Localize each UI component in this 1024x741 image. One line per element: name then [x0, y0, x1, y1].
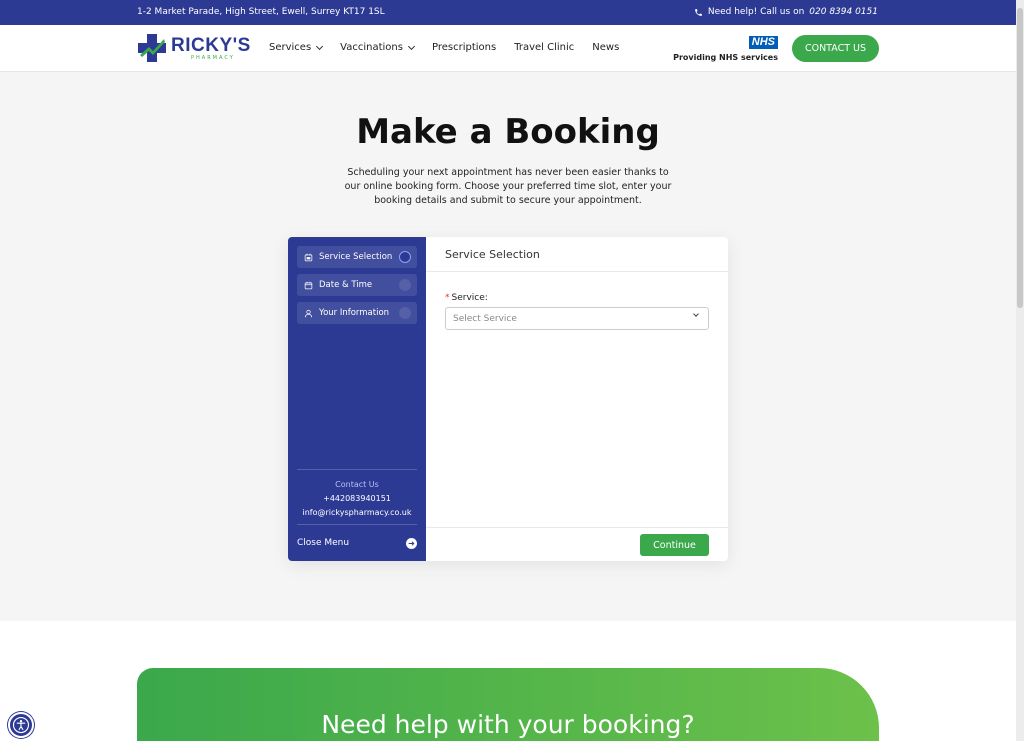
pharmacy-cross-icon	[138, 34, 166, 62]
help-banner: Need help with your booking?	[137, 668, 879, 741]
nav-travel-clinic[interactable]: Travel Clinic	[514, 42, 574, 53]
store-address: 1-2 Market Parade, High Street, Ewell, S…	[137, 7, 385, 17]
site-header: RICKY'S PHARMACY Services Vaccinations P…	[0, 25, 1016, 72]
arrow-right-icon: ➜	[406, 537, 417, 549]
booking-sidebar: Service Selection Date & Time Your Infor…	[288, 237, 426, 561]
step-date-time[interactable]: Date & Time	[297, 274, 417, 296]
chevron-down-icon	[693, 311, 699, 317]
step-label: Service Selection	[319, 252, 393, 262]
step-status-indicator	[399, 307, 411, 319]
calendar-check-icon	[304, 253, 313, 261]
rickys-logo[interactable]: RICKY'S PHARMACY	[137, 33, 251, 63]
nav-prescriptions[interactable]: Prescriptions	[432, 42, 496, 53]
help-phone[interactable]: 020 8394 0151	[809, 7, 878, 17]
logo-subtitle: PHARMACY	[191, 54, 235, 61]
phone-icon	[694, 8, 702, 16]
contact-email-link[interactable]: info@rickyspharmacy.co.uk	[297, 506, 417, 520]
step-status-indicator	[399, 251, 411, 263]
page-description: Scheduling your next appointment has nev…	[344, 167, 672, 206]
contact-heading: Contact Us	[335, 480, 379, 489]
service-select[interactable]: Select Service	[445, 307, 709, 330]
nav-services[interactable]: Services	[269, 42, 324, 53]
help-headline: Need help with your booking?	[321, 710, 695, 739]
top-info-bar: 1-2 Market Parade, High Street, Ewell, S…	[0, 0, 1016, 25]
close-menu-button[interactable]: Close Menu ➜	[297, 524, 417, 561]
required-asterisk: *	[445, 293, 450, 303]
scrollbar-thumb[interactable]	[1017, 8, 1023, 308]
continue-button[interactable]: Continue	[640, 534, 709, 556]
panel-title: Service Selection	[426, 237, 728, 272]
accessibility-icon	[12, 716, 30, 734]
step-label: Your Information	[319, 308, 390, 318]
booking-widget: Service Selection Date & Time Your Infor…	[288, 237, 728, 561]
page-title: Make a Booking	[356, 112, 660, 152]
panel-footer: Continue	[426, 527, 728, 561]
chevron-down-icon	[407, 42, 416, 50]
calendar-icon	[304, 281, 313, 289]
step-label: Date & Time	[319, 280, 373, 290]
step-status-indicator	[399, 279, 411, 291]
nhs-logo: NHS Providing NHS services	[673, 36, 778, 62]
service-field-label: * Service:	[445, 293, 488, 303]
chevron-down-icon	[316, 42, 324, 50]
booking-main-panel: Service Selection * Service: Select Servi…	[426, 237, 728, 561]
contact-us-button[interactable]: CONTACT US	[792, 35, 879, 62]
logo-wordmark: RICKY'S	[171, 34, 251, 56]
page-scrollbar[interactable]	[1016, 0, 1024, 741]
user-icon	[304, 309, 313, 317]
accessibility-button[interactable]	[8, 712, 34, 738]
nhs-tagline: Providing NHS services	[673, 53, 778, 62]
sidebar-contact: Contact Us +442083940151 info@rickysphar…	[297, 469, 417, 520]
contact-phone-link[interactable]: +442083940151	[297, 492, 417, 506]
step-service-selection[interactable]: Service Selection	[297, 246, 417, 268]
nav-vaccinations[interactable]: Vaccinations	[340, 42, 416, 53]
close-menu-label: Close Menu	[297, 538, 350, 548]
nhs-badge: NHS	[748, 36, 778, 49]
help-line[interactable]: Need help! Call us on 020 8394 0151	[694, 7, 878, 17]
main-nav: Services Vaccinations Prescriptions Trav…	[269, 42, 619, 53]
help-section: Need help with your booking?	[0, 621, 1016, 741]
step-your-information[interactable]: Your Information	[297, 302, 417, 324]
nav-news[interactable]: News	[592, 42, 619, 53]
help-text: Need help! Call us on	[707, 7, 805, 17]
service-select-placeholder: Select Service	[453, 313, 517, 324]
